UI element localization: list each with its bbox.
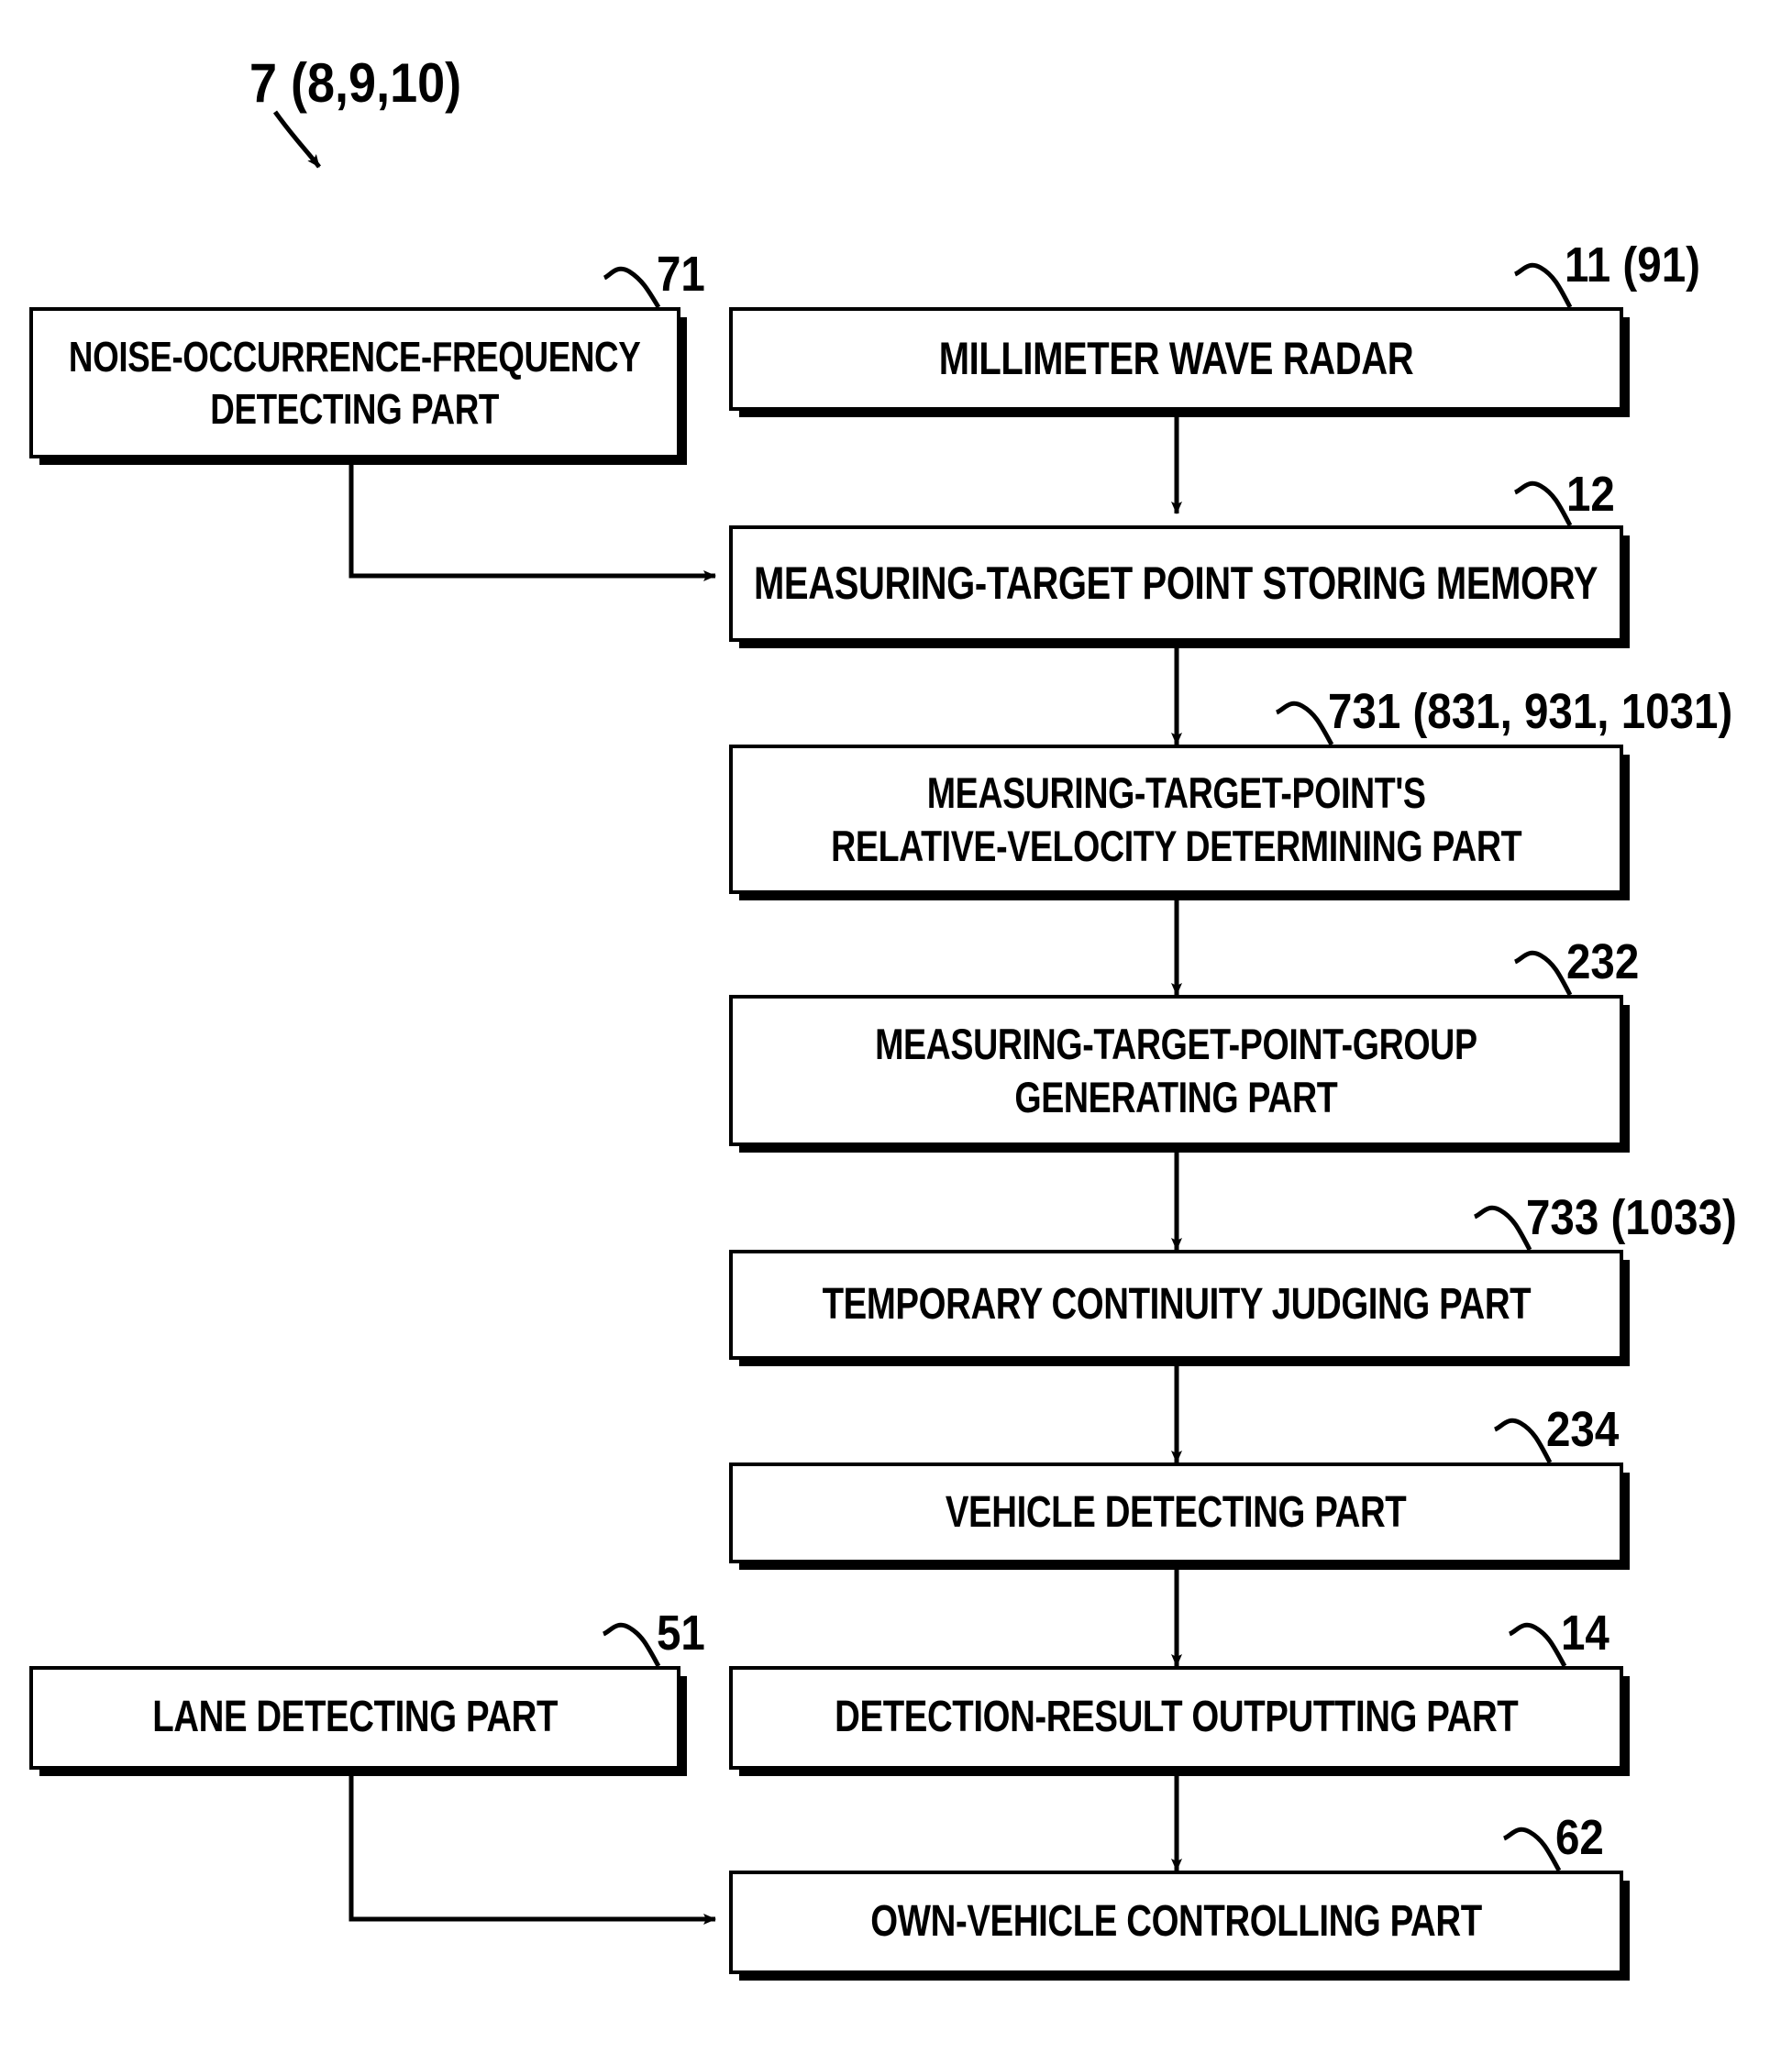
ref-numeral-234: 234: [1546, 1402, 1620, 1457]
patent-figure-canvas: 7 (8,9,10) NOISE-OCCURRENCE-FREQUENCY DE…: [0, 0, 1792, 2053]
ref-numeral-232: 232: [1566, 934, 1640, 989]
leader-12: [1513, 480, 1573, 527]
wire-noise-to-memory: [348, 458, 716, 581]
node-label-measuring-target-point-group-generating-part: MEASURING-TARGET-POINT-GROUP GENERATING P…: [875, 1020, 1477, 1121]
leader-71: [603, 266, 661, 309]
node-temporary-continuity-judging-part[interactable]: TEMPORARY CONTINUITY JUDGING PART: [729, 1250, 1623, 1360]
node-measuring-target-point-storing-memory[interactable]: MEASURING-TARGET POINT STORING MEMORY: [729, 525, 1623, 642]
node-millimeter-wave-radar[interactable]: MILLIMETER WAVE RADAR: [729, 307, 1623, 411]
node-label-detection-result-outputting-part: DETECTION-RESULT OUTPUTTING PART: [834, 1693, 1519, 1742]
node-label-vehicle-detecting-part: VEHICLE DETECTING PART: [946, 1487, 1407, 1537]
ref-numeral-51: 51: [657, 1606, 705, 1661]
ref-numeral-11-91: 11 (91): [1565, 237, 1700, 292]
node-detection-result-outputting-part[interactable]: DETECTION-RESULT OUTPUTTING PART: [729, 1666, 1623, 1770]
leader-234: [1493, 1418, 1553, 1464]
node-label-measuring-target-point-storing-memory: MEASURING-TARGET POINT STORING MEMORY: [754, 557, 1598, 609]
leader-51: [602, 1622, 661, 1668]
node-label-measuring-target-points-relative-velocity-determining-part: MEASURING-TARGET-POINT'S RELATIVE-VELOCIT…: [830, 768, 1522, 870]
leader-731: [1275, 701, 1334, 746]
node-measuring-target-point-group-generating-part[interactable]: MEASURING-TARGET-POINT-GROUP GENERATING P…: [729, 995, 1623, 1146]
node-measuring-target-points-relative-velocity-determining-part[interactable]: MEASURING-TARGET-POINT'S RELATIVE-VELOCIT…: [729, 745, 1623, 894]
leader-14: [1508, 1622, 1567, 1668]
wire-lane-to-own-vehicle: [348, 1770, 716, 1925]
node-lane-detecting-part[interactable]: LANE DETECTING PART: [29, 1666, 680, 1770]
leader-733: [1473, 1205, 1532, 1252]
node-vehicle-detecting-part[interactable]: VEHICLE DETECTING PART: [729, 1462, 1623, 1563]
leader-232: [1513, 950, 1573, 997]
node-label-millimeter-wave-radar: MILLIMETER WAVE RADAR: [938, 333, 1414, 384]
figure-reference-numeral: 7 (8,9,10): [249, 52, 462, 114]
ref-numeral-14: 14: [1561, 1606, 1609, 1661]
leader-11-91: [1513, 262, 1573, 309]
ref-numeral-62: 62: [1555, 1810, 1604, 1865]
ref-numeral-733: 733 (1033): [1526, 1190, 1737, 1245]
node-label-noise-occurrence-frequency-detecting-part: NOISE-OCCURRENCE-FREQUENCY DETECTING PART: [69, 333, 641, 433]
leader-62: [1502, 1827, 1562, 1872]
figure-leader-arrow: [272, 110, 321, 169]
ref-numeral-12: 12: [1566, 467, 1615, 522]
node-own-vehicle-controlling-part[interactable]: OWN-VEHICLE CONTROLLING PART: [729, 1871, 1623, 1974]
ref-numeral-71: 71: [657, 247, 705, 302]
node-label-own-vehicle-controlling-part: OWN-VEHICLE CONTROLLING PART: [870, 1897, 1482, 1947]
ref-numeral-731: 731 (831, 931, 1031): [1328, 684, 1733, 739]
node-label-lane-detecting-part: LANE DETECTING PART: [152, 1693, 558, 1742]
node-label-temporary-continuity-judging-part: TEMPORARY CONTINUITY JUDGING PART: [822, 1279, 1531, 1329]
node-noise-occurrence-frequency-detecting-part[interactable]: NOISE-OCCURRENCE-FREQUENCY DETECTING PART: [29, 307, 680, 458]
